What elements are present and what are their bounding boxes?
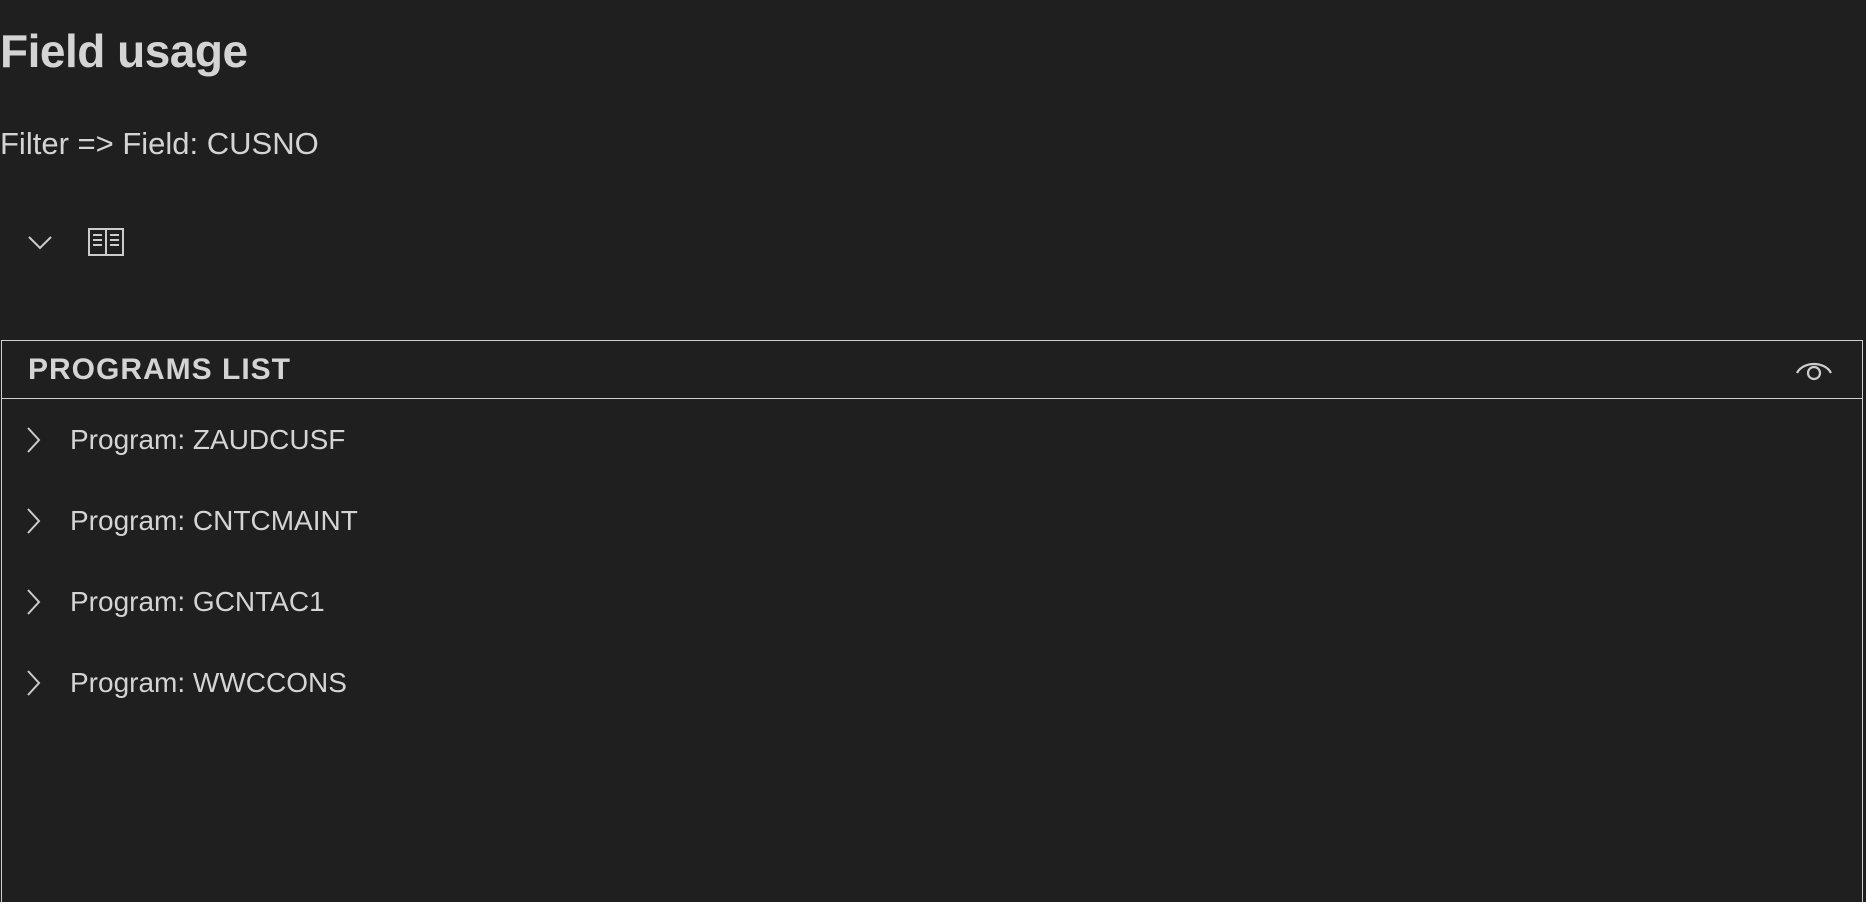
eye-icon — [1796, 362, 1832, 380]
programs-list-title: PROGRAMS LIST — [28, 352, 292, 386]
chevron-right-icon — [22, 587, 44, 617]
program-item-wwccons[interactable]: Program: WWCCONS — [2, 642, 1862, 723]
filter-text: Filter => Field: CUSNO — [0, 126, 319, 161]
program-item-zaudcusf[interactable]: Program: ZAUDCUSF — [2, 399, 1862, 480]
programs-list-header: PROGRAMS LIST — [2, 341, 1862, 399]
chevron-right-icon — [22, 425, 44, 455]
program-label: Program: WWCCONS — [70, 666, 347, 698]
toolbar — [20, 220, 126, 264]
field-usage-page: Field usage Filter => Field: CUSNO PROGR… — [0, 0, 1866, 902]
programs-list: Program: ZAUDCUSF Program: CNTCMAINT Pro… — [2, 399, 1862, 723]
program-label: Program: CNTCMAINT — [70, 504, 358, 536]
page-title: Field usage — [0, 25, 248, 77]
chevron-right-icon — [22, 668, 44, 698]
collapse-all-button[interactable] — [20, 222, 60, 262]
program-label: Program: GCNTAC1 — [70, 585, 325, 617]
open-documentation-button[interactable] — [86, 222, 126, 262]
book-open-icon — [88, 228, 124, 256]
program-item-cntcmaint[interactable]: Program: CNTCMAINT — [2, 480, 1862, 561]
chevron-right-icon — [22, 506, 44, 536]
program-item-gcntac1[interactable]: Program: GCNTAC1 — [2, 561, 1862, 642]
chevron-down-icon — [28, 236, 52, 250]
programs-list-panel: PROGRAMS LIST Program: ZAUDCUSF Program: — [1, 340, 1863, 902]
toggle-visibility-button[interactable] — [1792, 348, 1836, 392]
program-label: Program: ZAUDCUSF — [70, 423, 346, 455]
